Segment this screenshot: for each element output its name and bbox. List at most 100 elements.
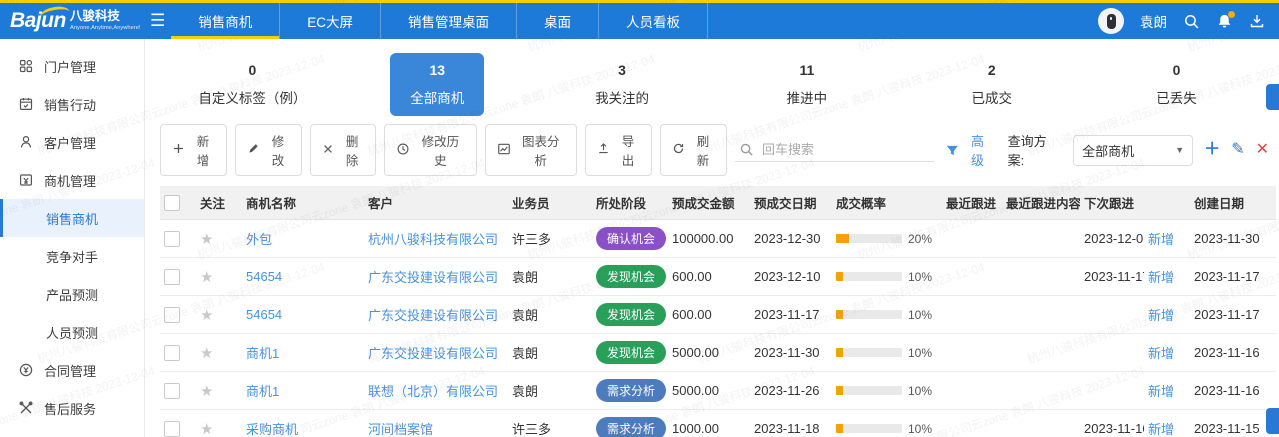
customer-link[interactable]: 广东交投建设有限公司 — [368, 270, 498, 285]
recent-follow-cell — [942, 220, 1002, 258]
sidebar-item-4[interactable]: 商机管理 — [0, 161, 144, 199]
query-scheme-label: 查询方案: — [1008, 131, 1063, 169]
stage-badge: 发现机会 — [596, 341, 666, 364]
table-row: ★ 54654 广东交投建设有限公司 袁朗 发现机会 600.00 2023-1… — [160, 258, 1276, 296]
stat-tab-6: 0 已丢失 — [1084, 53, 1269, 116]
sidebar-item-1[interactable]: 门户管理 — [0, 47, 144, 85]
avatar-icon — [1107, 14, 1116, 29]
opportunity-name-link[interactable]: 54654 — [246, 307, 282, 322]
sidebar-item-5[interactable]: 销售商机 — [0, 199, 144, 237]
opportunity-name-link[interactable]: 商机1 — [246, 384, 279, 399]
star-icon[interactable]: ★ — [200, 307, 213, 324]
customer-link[interactable]: 广东交投建设有限公司 — [368, 346, 498, 361]
created-date-cell: 2023-11-17 — [1190, 296, 1276, 334]
customer-link[interactable]: 联想（北京）有限公司 — [368, 384, 498, 399]
stage-badge: 发现机会 — [596, 265, 666, 288]
row-checkbox[interactable] — [164, 383, 180, 399]
next-follow-cell: 2023-11-17 — [1080, 258, 1144, 296]
created-date-cell: 2023-11-15 — [1190, 410, 1276, 437]
advanced-search-link[interactable]: 高级 — [971, 131, 997, 169]
sidebar-item-3[interactable]: 客户管理 — [0, 123, 144, 161]
star-icon[interactable]: ★ — [200, 269, 213, 286]
row-checkbox[interactable] — [164, 345, 180, 361]
add-follow-link[interactable]: 新增 — [1148, 422, 1174, 437]
nav-tab-2[interactable]: EC大屏 — [280, 3, 381, 39]
row-checkbox[interactable] — [164, 269, 180, 285]
star-icon[interactable]: ★ — [200, 421, 213, 437]
col-header-next-follow: 下次跟进 — [1080, 186, 1190, 220]
next-follow-cell — [1080, 296, 1144, 334]
stat-tab-4: 11 推进中 — [714, 53, 899, 116]
nav-tab-1[interactable]: 销售商机 — [171, 3, 280, 39]
query-scheme-select[interactable]: 全部商机 ▼ — [1073, 135, 1193, 166]
salesman-cell: 许三多 — [508, 220, 592, 258]
row-checkbox[interactable] — [164, 307, 180, 323]
sidebar-item-7[interactable]: 产品预测 — [0, 275, 144, 313]
add-follow-link[interactable]: 新增 — [1148, 384, 1174, 399]
recent-follow-cell — [942, 258, 1002, 296]
star-icon[interactable]: ★ — [200, 231, 213, 248]
probability-cell: 10% — [836, 346, 938, 360]
opportunity-name-link[interactable]: 商机1 — [246, 346, 279, 361]
download-icon[interactable] — [1249, 13, 1265, 29]
add-follow-link[interactable]: 新增 — [1148, 308, 1174, 323]
salesman-cell: 袁朗 — [508, 372, 592, 410]
stat-count: 0 — [1146, 62, 1208, 78]
avatar[interactable] — [1098, 8, 1124, 34]
logo-swoosh — [39, 5, 71, 25]
sidebar-item-10[interactable]: 售后服务 — [0, 389, 144, 427]
select-all-checkbox[interactable] — [164, 195, 180, 211]
opportunity-name-link[interactable]: 54654 — [246, 269, 282, 284]
topbar-actions: 袁朗 — [1098, 8, 1265, 34]
delete-scheme-icon[interactable]: ✕ — [1256, 142, 1269, 158]
next-follow-cell — [1080, 372, 1144, 410]
opportunity-name-link[interactable]: 采购商机 — [246, 422, 298, 437]
toolbar-button-close[interactable]: 删除 — [310, 124, 376, 176]
sidebar-item-2[interactable]: 销售行动 — [0, 85, 144, 123]
row-checkbox[interactable] — [164, 231, 180, 247]
search-input[interactable] — [760, 141, 922, 158]
add-follow-link[interactable]: 新增 — [1148, 270, 1174, 285]
sidebar-item-11[interactable]: 销售协同 — [0, 427, 144, 437]
toolbar-button-plus[interactable]: 新增 — [160, 124, 227, 176]
current-user-name: 袁朗 — [1140, 11, 1167, 31]
nav-tab-5[interactable]: 人员看板 — [599, 3, 708, 39]
nav-tab-4[interactable]: 桌面 — [517, 3, 599, 39]
opportunity-name-link[interactable]: 外包 — [246, 232, 272, 247]
nav-tab-3[interactable]: 销售管理桌面 — [381, 3, 517, 39]
logo-tagline: Anyone,Anytime,Anywhere! — [70, 25, 141, 31]
sidebar-item-6[interactable]: 竞争对手 — [0, 237, 144, 275]
col-header-created: 创建日期 — [1190, 186, 1276, 220]
side-float-button-bottom[interactable] — [1266, 408, 1279, 434]
edit-scheme-icon[interactable]: ✎ — [1231, 142, 1244, 158]
col-header-expect-date: 预成交日期 — [750, 186, 832, 220]
stat-label: 我关注的 — [591, 87, 653, 107]
probability-label: 10% — [908, 270, 932, 284]
add-follow-link[interactable]: 新增 — [1148, 232, 1174, 247]
customer-link[interactable]: 杭州八骏科技有限公司 — [368, 232, 498, 247]
toolbar-button-export[interactable]: 导出 — [585, 124, 652, 176]
table-row: ★ 商机1 联想（北京）有限公司 袁朗 需求分析 5000.00 2023-11… — [160, 372, 1276, 410]
customer-link[interactable]: 河间档案馆 — [368, 422, 433, 437]
filter-icon[interactable] — [945, 143, 960, 158]
search-box — [735, 138, 934, 162]
customer-link[interactable]: 广东交投建设有限公司 — [368, 308, 498, 323]
stage-badge: 需求分析 — [596, 417, 666, 437]
side-float-button-top[interactable] — [1266, 84, 1279, 110]
toolbar-button-pencil[interactable]: 修改 — [235, 124, 302, 176]
toolbar-button-clock[interactable]: 修改历史 — [384, 124, 476, 176]
bell-icon[interactable] — [1216, 13, 1233, 30]
row-checkbox[interactable] — [164, 421, 180, 437]
expect-date-cell: 2023-11-17 — [750, 296, 832, 334]
add-follow-link[interactable]: 新增 — [1148, 346, 1174, 361]
add-scheme-icon[interactable]: ＋ — [1204, 142, 1220, 158]
star-icon[interactable]: ★ — [200, 383, 213, 400]
col-header-amount: 预成交金额 — [668, 186, 750, 220]
sidebar-item-8[interactable]: 人员预测 — [0, 313, 144, 351]
amount-cell: 600.00 — [668, 296, 750, 334]
toolbar-button-refresh[interactable]: 刷新 — [660, 124, 727, 176]
toolbar-button-chart[interactable]: 图表分析 — [485, 124, 577, 176]
star-icon[interactable]: ★ — [200, 345, 213, 362]
search-icon[interactable] — [1183, 13, 1200, 30]
sidebar-item-9[interactable]: 合同管理 — [0, 351, 144, 389]
